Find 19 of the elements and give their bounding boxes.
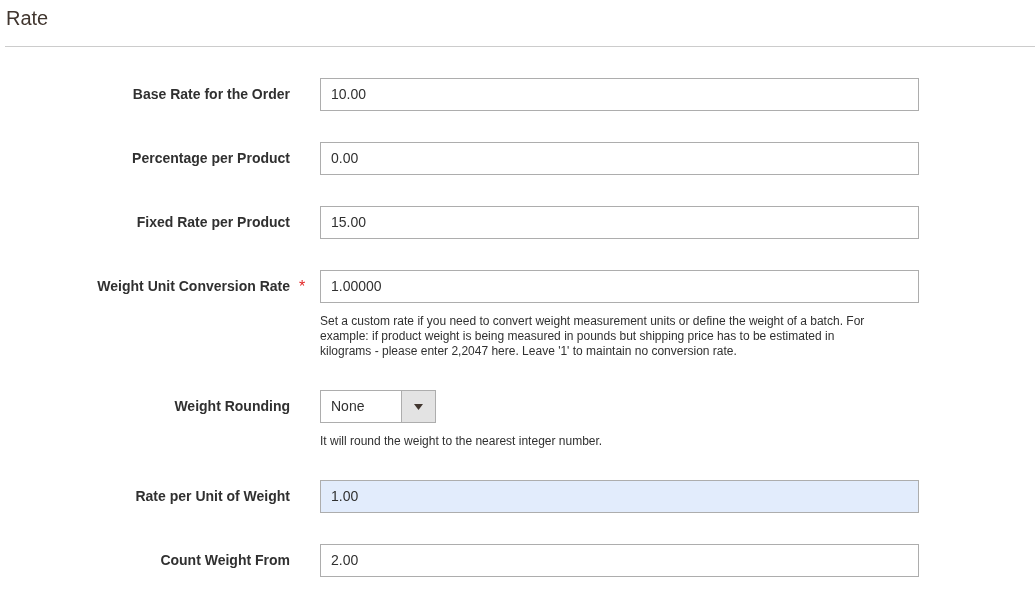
- field-label: Weight Rounding: [173, 397, 290, 416]
- field-note: It will round the weight to the nearest integer number.: [320, 434, 604, 449]
- required-mark: *: [299, 277, 306, 297]
- field-label: Rate per Unit of Weight: [134, 487, 290, 506]
- field-note: Set a custom rate if you need to convert weight measurement units or define the weight of a batch. For example: if product weight is being measured in pounds but shipping price has to be estimated in kilograms - please enter 2,2047 here. Leave '1' to maintain no conversion rate.: [320, 314, 866, 359]
- input-field[interactable]: 1.00000: [320, 270, 919, 303]
- field-label: Weight Unit Conversion Rate: [96, 277, 290, 296]
- dropdown[interactable]: None: [320, 390, 436, 423]
- input-field[interactable]: 0.00: [320, 142, 919, 175]
- input-field[interactable]: 10.00: [320, 78, 919, 111]
- field-label: Fixed Rate per Product: [135, 213, 290, 232]
- input-field[interactable]: 15.00: [320, 206, 919, 239]
- input-field[interactable]: 1.00: [320, 480, 919, 513]
- input-field[interactable]: 2.00: [320, 544, 919, 577]
- field-label: Percentage per Product: [131, 149, 290, 168]
- field-label: Base Rate for the Order: [131, 85, 290, 104]
- field-label: Count Weight From: [159, 551, 290, 570]
- caret-down-icon: [414, 403, 423, 410]
- section-title: Rate: [5, 6, 50, 30]
